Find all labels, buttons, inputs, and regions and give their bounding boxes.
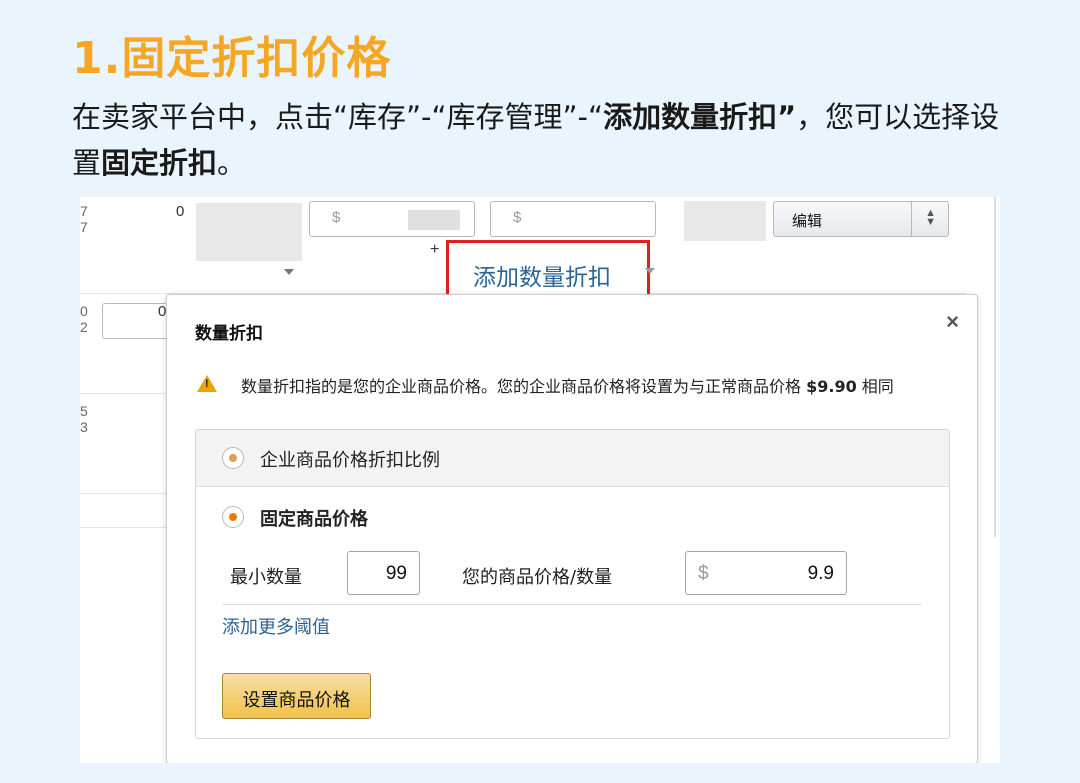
instruction-part: 在卖家平台中，点击“库存”-“库存管理”-“ (72, 100, 603, 134)
discount-options: 企业商品价格折扣比例 固定商品价格 最小数量 99 您的商品价格/数量 $9.9… (195, 429, 950, 739)
radio-dot (229, 454, 237, 462)
row-number: 7 7 (80, 203, 88, 235)
option-fixed-price-label: 固定商品价格 (260, 505, 368, 531)
add-discount-label: 添加数量折扣 (473, 258, 611, 292)
instruction-text: 在卖家平台中，点击“库存”-“库存管理”-“添加数量折扣”，您可以选择设置固定折… (72, 94, 1012, 186)
currency-symbol: $ (698, 563, 709, 585)
blurred-value (408, 210, 460, 230)
edit-label: 编辑 (792, 213, 822, 230)
currency-symbol: $ (513, 209, 521, 226)
currency-symbol: $ (332, 209, 340, 226)
instruction-emphasis: 固定折扣 (101, 146, 217, 180)
warning-suffix: 相同 (857, 377, 894, 396)
blurred-cell (684, 201, 766, 241)
edit-dropdown[interactable]: 编辑 ▲▼ (773, 201, 949, 237)
screenshot-panel: 7 7 0 2 5 3 0 $ $ 编辑 ▲▼ + 添加数量折扣 0 数量折扣 … (80, 197, 1000, 763)
close-icon[interactable]: × (946, 309, 959, 335)
add-threshold-link[interactable]: 添加更多阈值 (222, 613, 330, 639)
radio-dot (229, 513, 237, 521)
blurred-image (196, 203, 302, 261)
warning-text: 数量折扣指的是您的企业商品价格。您的企业商品价格将设置为与正常商品价格 (241, 377, 806, 396)
set-price-button[interactable]: 设置商品价格 (222, 673, 371, 719)
min-quantity-input[interactable]: 99 (347, 551, 420, 595)
option-percentage[interactable]: 企业商品价格折扣比例 (196, 430, 949, 487)
dialog-title: 数量折扣 (195, 319, 263, 344)
price-per-quantity-label: 您的商品价格/数量 (462, 563, 612, 589)
section-title: 1.固定折扣价格 (72, 22, 391, 86)
table-border (994, 197, 996, 537)
quantity-discount-dialog: 数量折扣 × 数量折扣指的是您的企业商品价格。您的企业商品价格将设置为与正常商品… (166, 294, 978, 763)
quantity-cell: 0 (176, 203, 184, 220)
row-divider (80, 493, 170, 494)
instruction-emphasis: 添加数量折扣” (603, 100, 796, 134)
row-number: 5 3 (80, 403, 88, 435)
business-price-input[interactable]: $ (490, 201, 656, 237)
row-divider (80, 527, 170, 528)
radio-percentage[interactable] (222, 447, 244, 469)
price-input[interactable]: $ (309, 201, 475, 237)
min-quantity-label: 最小数量 (230, 563, 302, 589)
price-per-quantity-input[interactable]: $9.9 (685, 551, 847, 595)
instruction-part: 。 (217, 146, 246, 180)
chevron-down-icon (645, 268, 655, 274)
dropdown-divider (911, 202, 912, 236)
chevron-down-icon[interactable] (284, 269, 294, 275)
row-divider (80, 393, 170, 394)
row-number: 0 2 (80, 303, 88, 335)
price-value: 9.9 (808, 563, 834, 584)
warning-icon (197, 375, 217, 392)
warning-price: $9.90 (806, 377, 857, 396)
warning-message: 数量折扣指的是您的企业商品价格。您的企业商品价格将设置为与正常商品价格 $9.9… (241, 373, 894, 397)
divider (222, 604, 922, 605)
plus-icon: + (430, 241, 439, 259)
radio-fixed-price[interactable] (222, 506, 244, 528)
option-percentage-label: 企业商品价格折扣比例 (260, 446, 440, 472)
up-down-icon: ▲▼ (925, 209, 936, 227)
